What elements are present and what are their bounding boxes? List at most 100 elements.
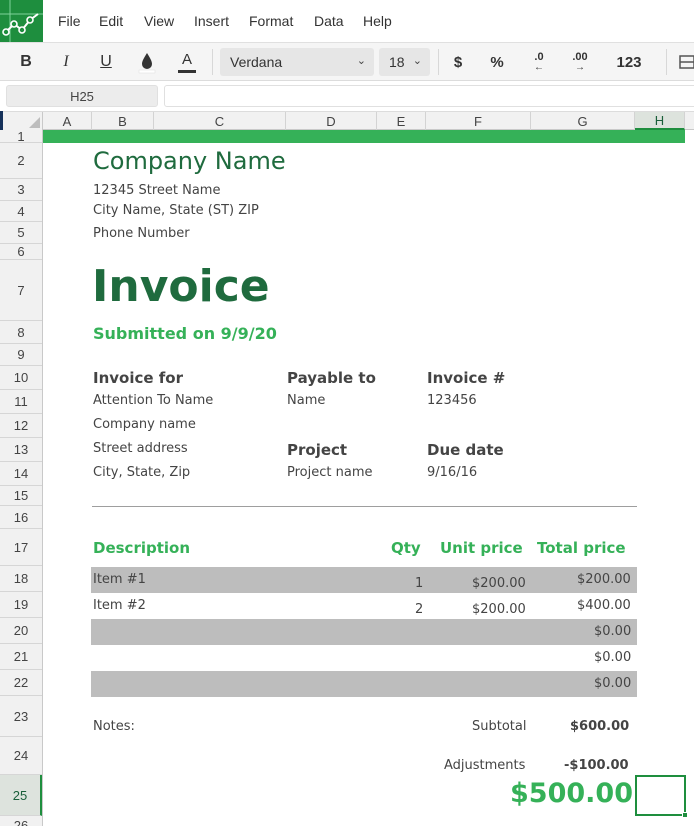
- bill-company-name[interactable]: Company name: [93, 417, 196, 432]
- menu-file[interactable]: File: [58, 13, 81, 29]
- subtotal-value[interactable]: $600.00: [570, 719, 629, 734]
- unit-price-header[interactable]: Unit price: [440, 539, 523, 557]
- project-heading[interactable]: Project: [287, 441, 347, 459]
- fill-color-button[interactable]: [132, 43, 162, 81]
- invoice-title[interactable]: Invoice: [92, 261, 270, 312]
- bold-button[interactable]: B: [12, 43, 40, 81]
- menu-insert[interactable]: Insert: [194, 13, 229, 29]
- adjustments-label[interactable]: Adjustments: [444, 758, 525, 773]
- formula-input[interactable]: [164, 85, 694, 107]
- column-header-e[interactable]: E: [377, 112, 426, 130]
- item-qty[interactable]: 1: [415, 576, 423, 591]
- column-header-h[interactable]: H: [635, 112, 685, 130]
- item-total[interactable]: $200.00: [577, 572, 631, 587]
- description-header[interactable]: Description: [93, 539, 190, 557]
- invoice-number[interactable]: 123456: [427, 393, 477, 408]
- payable-to-heading[interactable]: Payable to: [287, 369, 376, 387]
- item-description[interactable]: Item #2: [93, 598, 146, 613]
- notes-label[interactable]: Notes:: [93, 719, 135, 734]
- city-state-zip[interactable]: City Name, State (ST) ZIP: [93, 203, 259, 218]
- bill-street-address[interactable]: Street address: [93, 441, 188, 456]
- invoice-for-heading[interactable]: Invoice for: [93, 369, 183, 387]
- sheet-grid[interactable]: Company Name 12345 Street Name City Name…: [43, 130, 694, 826]
- row-header-12[interactable]: 12: [0, 414, 42, 438]
- row-header-19[interactable]: 19: [0, 592, 42, 618]
- font-family-select[interactable]: Verdana ⌄: [220, 48, 374, 76]
- row-header-10[interactable]: 10: [0, 366, 42, 390]
- item-total[interactable]: $400.00: [577, 598, 631, 613]
- row-header-2[interactable]: 2: [0, 143, 42, 179]
- column-header-g[interactable]: G: [531, 112, 635, 130]
- row-header-14[interactable]: 14: [0, 462, 42, 486]
- borders-button[interactable]: [676, 43, 694, 81]
- row-header-16[interactable]: 16: [0, 506, 42, 529]
- menu-format[interactable]: Format: [249, 13, 293, 29]
- column-header-d[interactable]: D: [286, 112, 377, 130]
- adjustments-value[interactable]: -$100.00: [564, 758, 629, 773]
- font-color-button[interactable]: A: [172, 43, 202, 81]
- column-header-f[interactable]: F: [426, 112, 531, 130]
- menu-data[interactable]: Data: [314, 13, 344, 29]
- cell-reference-box[interactable]: H25: [6, 85, 158, 107]
- row-header-23[interactable]: 23: [0, 696, 42, 737]
- row-header-11[interactable]: 11: [0, 390, 42, 414]
- row-header-6[interactable]: 6: [0, 244, 42, 260]
- font-size-select[interactable]: 18 ⌄: [379, 48, 430, 76]
- row-header-13[interactable]: 13: [0, 438, 42, 462]
- item-description[interactable]: Item #1: [93, 572, 146, 587]
- item-total[interactable]: $0.00: [594, 676, 631, 691]
- row-header-7[interactable]: 7: [0, 260, 42, 321]
- row-header-24[interactable]: 24: [0, 737, 42, 775]
- increase-decimal-button[interactable]: .00 →: [566, 43, 594, 81]
- row-header-21[interactable]: 21: [0, 644, 42, 670]
- column-header-b[interactable]: B: [92, 112, 154, 130]
- menu-edit[interactable]: Edit: [99, 13, 123, 29]
- app-logo[interactable]: [0, 0, 43, 42]
- row-header-4[interactable]: 4: [0, 201, 42, 222]
- decrease-decimal-button[interactable]: .0 ←: [526, 43, 552, 81]
- percent-format-button[interactable]: %: [484, 43, 510, 81]
- underline-button[interactable]: U: [92, 43, 120, 81]
- item-unit-price[interactable]: $200.00: [472, 576, 526, 591]
- street-address[interactable]: 12345 Street Name: [93, 183, 220, 198]
- grand-total[interactable]: $500.00: [510, 778, 633, 809]
- submitted-date[interactable]: Submitted on 9/9/20: [93, 324, 277, 343]
- due-date[interactable]: 9/16/16: [427, 465, 477, 480]
- column-header-a[interactable]: A: [43, 112, 92, 130]
- currency-format-button[interactable]: $: [446, 43, 470, 81]
- phone-number[interactable]: Phone Number: [93, 226, 190, 241]
- payable-to-name[interactable]: Name: [287, 393, 325, 408]
- row-header-1[interactable]: 1: [0, 129, 42, 144]
- select-all-corner[interactable]: [0, 112, 43, 130]
- row-header-20[interactable]: 20: [0, 618, 42, 644]
- invoice-number-heading[interactable]: Invoice #: [427, 369, 505, 387]
- subtotal-label[interactable]: Subtotal: [472, 719, 526, 734]
- total-price-header[interactable]: Total price: [537, 539, 626, 557]
- attention-to-name[interactable]: Attention To Name: [93, 393, 213, 408]
- row-header-3[interactable]: 3: [0, 179, 42, 201]
- row-header-25[interactable]: 25: [0, 775, 42, 816]
- column-header-c[interactable]: C: [154, 112, 286, 130]
- row-header-5[interactable]: 5: [0, 222, 42, 244]
- item-total[interactable]: $0.00: [594, 650, 631, 665]
- item-qty[interactable]: 2: [415, 602, 423, 617]
- row-header-22[interactable]: 22: [0, 670, 42, 696]
- number-format-button[interactable]: 123: [610, 43, 648, 81]
- row-header-26[interactable]: 26: [0, 816, 42, 826]
- project-name[interactable]: Project name: [287, 465, 372, 480]
- active-cell-selection[interactable]: [635, 775, 688, 818]
- row-header-17[interactable]: 17: [0, 529, 42, 566]
- item-unit-price[interactable]: $200.00: [472, 602, 526, 617]
- italic-button[interactable]: I: [52, 43, 80, 81]
- company-name[interactable]: Company Name: [93, 147, 286, 175]
- due-date-heading[interactable]: Due date: [427, 441, 504, 459]
- row-header-15[interactable]: 15: [0, 486, 42, 506]
- row-header-8[interactable]: 8: [0, 321, 42, 344]
- item-total[interactable]: $0.00: [594, 624, 631, 639]
- fill-handle[interactable]: [682, 812, 688, 818]
- bill-city-state-zip[interactable]: City, State, Zip: [93, 465, 190, 480]
- row-header-9[interactable]: 9: [0, 344, 42, 366]
- qty-header[interactable]: Qty: [391, 539, 421, 557]
- menu-help[interactable]: Help: [363, 13, 392, 29]
- menu-view[interactable]: View: [144, 13, 174, 29]
